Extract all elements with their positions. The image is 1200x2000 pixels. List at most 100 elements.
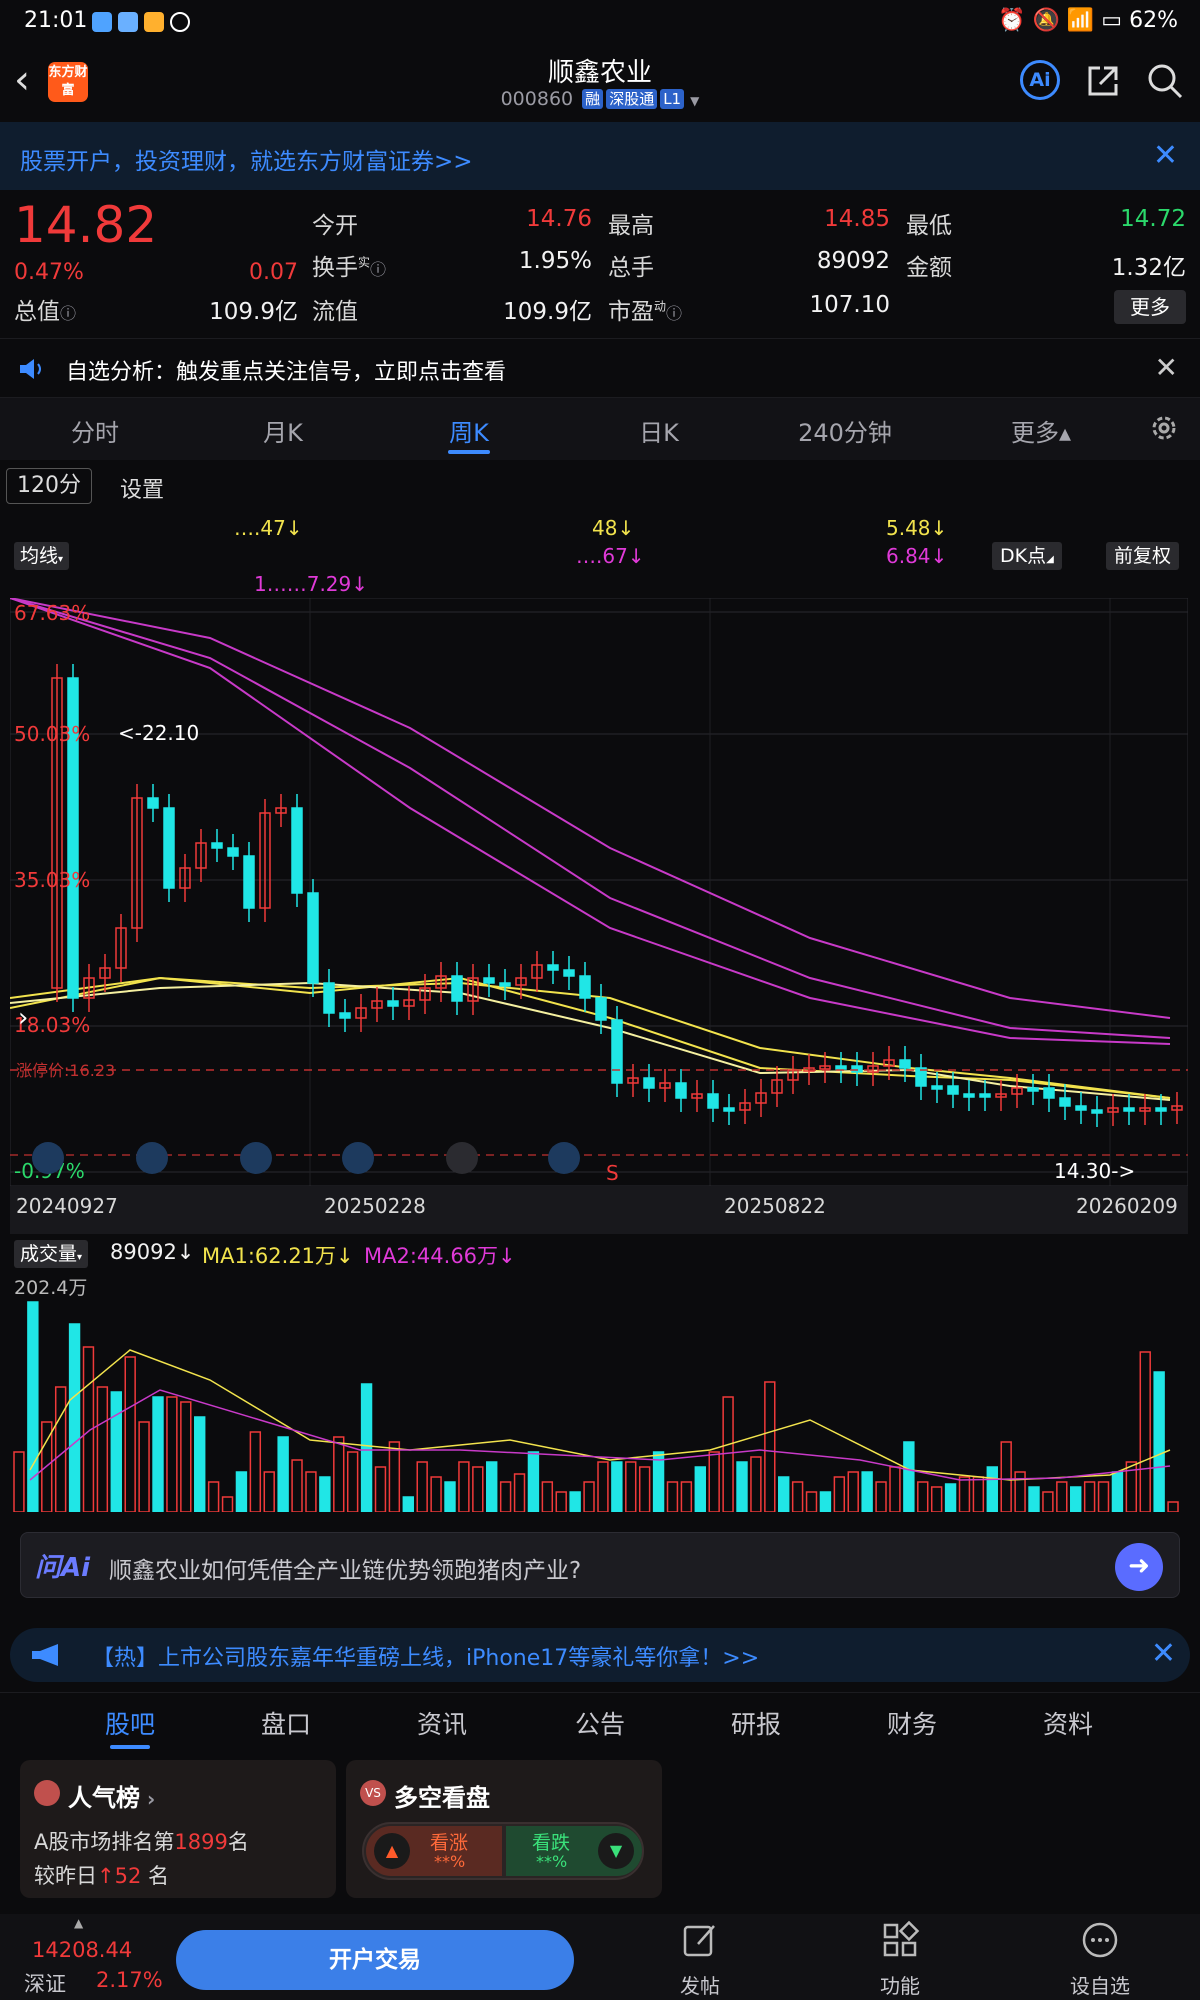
candle-body <box>1059 1097 1071 1107</box>
interval-button[interactable]: 120分 <box>6 468 92 504</box>
ma-select[interactable]: 均线▾ <box>14 542 70 570</box>
more-button[interactable]: 更多 <box>1114 290 1186 324</box>
period-tabs: 分时 月K 周K 日K 240分钟 更多▴ <box>0 398 1200 460</box>
tab-announcements[interactable]: 公告 <box>550 1705 650 1741</box>
candle-body <box>387 1000 399 1007</box>
search-icon[interactable] <box>1146 62 1184 100</box>
volume-bar <box>638 1466 651 1512</box>
hot-banner[interactable]: 【热】上市公司股东嘉年华重磅上线，iPhone17等豪礼等你拿！>> ✕ <box>10 1628 1190 1682</box>
watchlist-button[interactable]: 设自选 <box>1050 1920 1150 1999</box>
chevron-down-icon: ▾ <box>58 554 64 565</box>
tab-more[interactable]: 更多▴ <box>976 413 1106 448</box>
tab-weekk[interactable]: 周K <box>404 413 534 448</box>
candle-body <box>835 1065 847 1070</box>
candle-body <box>1075 1105 1087 1111</box>
popularity-card[interactable]: 人气榜 › A股市场排名第1899名 较昨日↑52 名 <box>20 1760 336 1898</box>
index-value[interactable]: 14208.44 <box>32 1938 132 1962</box>
share-icon[interactable] <box>1084 62 1122 100</box>
ma-line-5 <box>10 981 1171 1101</box>
candle-body <box>963 1093 975 1098</box>
close-icon[interactable]: ✕ <box>1151 1636 1176 1671</box>
open-account-trade-button[interactable]: 开户交易 <box>176 1930 574 1990</box>
margin-tag: 融 <box>582 89 604 109</box>
functions-button[interactable]: 功能 <box>850 1920 950 1999</box>
volume-bar <box>819 1491 832 1512</box>
volume-select[interactable]: 成交量▾ <box>14 1240 89 1268</box>
kline-chart[interactable]: 67.63% 50.03% 35.03% 18.03% -0.97% 涨停价:1… <box>10 598 1188 1186</box>
megaphone-icon <box>32 1644 58 1666</box>
volume-bar <box>194 1416 206 1512</box>
high-label: 最高 <box>608 213 654 239</box>
candle-body <box>339 1012 351 1019</box>
chart-settings-link[interactable]: 设置 <box>120 472 164 504</box>
longshort-card[interactable]: VS 多空看盘 ▲ 看涨 **% 看跌 **% ▼ <box>346 1760 662 1898</box>
candle-body <box>211 842 223 849</box>
candle-body <box>579 975 591 999</box>
tab-news[interactable]: 资讯 <box>392 1705 492 1741</box>
notice-bar[interactable]: 自选分析：触发重点关注信号，立即点击查看 ✕ <box>0 338 1200 398</box>
ai-button[interactable]: Ai <box>1020 60 1060 100</box>
chevron-up-icon[interactable]: ▲ <box>74 1916 83 1930</box>
candle-body <box>451 975 463 1002</box>
volume-bar <box>736 1461 748 1512</box>
volume-bar <box>110 1391 122 1512</box>
tab-research[interactable]: 研报 <box>706 1705 806 1741</box>
min-price-marker: 14.30-> <box>1054 1159 1135 1183</box>
tab-forum[interactable]: 股吧 <box>80 1705 180 1741</box>
index-name: 深证 <box>24 1972 66 1996</box>
volume-bar <box>722 1396 734 1512</box>
pe-label[interactable]: 市盈动ⓘ <box>608 292 682 326</box>
tab-orderbook[interactable]: 盘口 <box>236 1705 336 1741</box>
tab-profile[interactable]: 资料 <box>1018 1705 1118 1741</box>
volume-bar <box>346 1451 359 1512</box>
candle-body <box>1027 1087 1039 1092</box>
volume-bar <box>750 1456 762 1512</box>
volume-bar <box>569 1491 581 1512</box>
back-icon[interactable]: ‹ <box>14 60 50 100</box>
tab-underline <box>448 450 490 454</box>
volume-bar <box>27 1301 39 1512</box>
volume-bar <box>889 1466 901 1512</box>
send-arrow-icon[interactable]: ➜ <box>1115 1543 1163 1591</box>
tab-intraday[interactable]: 分时 <box>30 413 160 448</box>
tab-dayk[interactable]: 日K <box>594 413 724 448</box>
info-icon: ⓘ <box>60 304 77 323</box>
mktcap-label[interactable]: 总值ⓘ <box>14 292 76 326</box>
close-icon[interactable]: ✕ <box>1155 351 1178 384</box>
bear-button[interactable]: 看跌 **% ▼ <box>506 1826 642 1876</box>
ma-value-5: 6.84↓ <box>886 544 948 568</box>
tab-financials[interactable]: 财务 <box>862 1705 962 1741</box>
volume-bar <box>472 1466 484 1512</box>
y-axis-label: 35.03% <box>14 868 90 892</box>
price-adjust-button[interactable]: 前复权 <box>1106 542 1180 570</box>
high-value: 14.85 <box>824 206 890 232</box>
low-label: 最低 <box>906 213 952 239</box>
volume-ma1: MA1:62.21万↓ <box>202 1244 354 1268</box>
volume-bar <box>402 1496 414 1512</box>
bull-button[interactable]: ▲ 看涨 **% <box>366 1826 502 1876</box>
app-logo: 东方财富 <box>48 62 88 102</box>
float-label: 流值 <box>312 299 358 325</box>
last-price: 14.82 <box>14 196 158 254</box>
volume-bar <box>680 1481 693 1512</box>
ask-ai-logo: 问Ai <box>35 1553 91 1583</box>
ma-line-250 <box>10 598 1171 1019</box>
tab-monthk[interactable]: 月K <box>218 413 348 448</box>
turnover-label[interactable]: 换手实ⓘ <box>312 248 386 282</box>
ask-ai-box[interactable]: 问Ai 顺鑫农业如何凭借全产业链优势领跑猪肉产业? ➜ <box>20 1532 1180 1598</box>
candle-body <box>851 1065 863 1073</box>
rewind-icon <box>32 1142 64 1174</box>
bull-bear-bar: ▲ 看涨 **% 看跌 **% ▼ <box>362 1822 644 1880</box>
chevron-right-icon: › <box>140 1787 156 1811</box>
gear-icon[interactable] <box>1148 412 1180 444</box>
post-button[interactable]: 发帖 <box>650 1920 750 1999</box>
volume-bar <box>694 1466 706 1512</box>
post-label: 发帖 <box>680 1974 720 1998</box>
promo-banner[interactable]: 股票开户，投资理财，就选东方财富证券>> ✕ <box>0 122 1200 190</box>
tab-240min[interactable]: 240分钟 <box>780 413 910 448</box>
stock-code-row[interactable]: 000860 融深股通 L1 ▼ <box>0 88 1200 110</box>
close-icon[interactable]: ✕ <box>1153 138 1178 173</box>
volume-chart[interactable]: 202.4万 <box>10 1270 1188 1512</box>
volume-bar <box>555 1491 567 1512</box>
dk-button[interactable]: DK点◢ <box>992 542 1062 570</box>
